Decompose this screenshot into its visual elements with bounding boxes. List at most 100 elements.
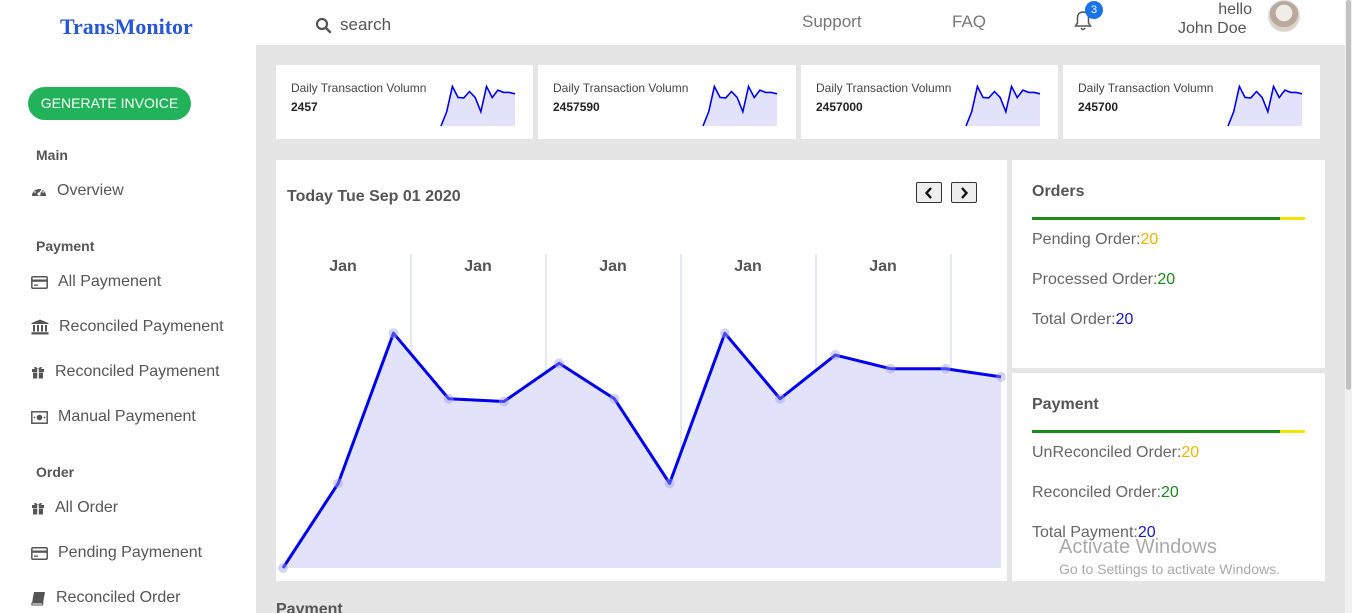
sidebar-item-label: All Order bbox=[55, 499, 119, 516]
chart-point bbox=[609, 393, 620, 404]
support-link[interactable]: Support bbox=[802, 12, 862, 32]
stat-value: 2457000 bbox=[816, 100, 863, 114]
next-button[interactable] bbox=[951, 182, 977, 203]
sidebar-item-all-order[interactable]: All Order bbox=[31, 499, 118, 517]
sidebar-section-order: Order bbox=[36, 464, 75, 480]
dashboard-icon bbox=[32, 186, 46, 196]
column-label: Jan bbox=[734, 258, 762, 275]
gift-icon bbox=[32, 366, 44, 379]
money-bill-icon bbox=[31, 410, 48, 424]
stat-card: Daily Transaction Volumn 245700 bbox=[1063, 65, 1320, 139]
sparkline bbox=[702, 84, 778, 127]
avatar[interactable] bbox=[1268, 0, 1300, 32]
windows-watermark-subtitle: Go to Settings to activate Windows. bbox=[1059, 561, 1280, 577]
search-icon bbox=[315, 17, 332, 33]
sidebar-item-overview[interactable]: Overview bbox=[31, 182, 124, 200]
sidebar-item-label: All Paymenent bbox=[58, 273, 162, 290]
row-label: Reconciled Order: bbox=[1032, 484, 1161, 501]
sidebar-section-payment: Payment bbox=[36, 238, 95, 254]
chart-point bbox=[775, 393, 786, 404]
processed-order-row: Processed Order:20 bbox=[1032, 271, 1175, 289]
generate-invoice-button[interactable]: GENERATE INVOICE bbox=[28, 87, 191, 120]
scrollbar-thumb[interactable] bbox=[1346, 0, 1351, 390]
stat-title: Daily Transaction Volumn bbox=[816, 81, 952, 95]
row-label: Total Order: bbox=[1032, 311, 1116, 328]
sidebar-item-pending-payment[interactable]: Pending Paymenent bbox=[31, 544, 202, 562]
top-bar: TransMonitor search Support FAQ 3 hello … bbox=[0, 0, 1345, 45]
chart-panel: Jan Jan Jan Jan Jan Today Tue Sep 01 2020 bbox=[276, 160, 1007, 581]
stat-title: Daily Transaction Volumn bbox=[291, 81, 427, 95]
row-value: 20 bbox=[1181, 444, 1200, 461]
sidebar-item-all-payment[interactable]: All Paymenent bbox=[31, 273, 161, 291]
row-label: Processed Order: bbox=[1032, 271, 1158, 288]
stat-title: Daily Transaction Volumn bbox=[553, 81, 689, 95]
sidebar: GENERATE INVOICE Main Overview Payment A… bbox=[0, 45, 256, 613]
stat-value: 2457 bbox=[291, 100, 318, 114]
chevron-right-icon bbox=[961, 186, 969, 199]
prev-button[interactable] bbox=[916, 182, 942, 203]
app-logo[interactable]: TransMonitor bbox=[60, 14, 193, 40]
row-value: 20 bbox=[1140, 231, 1159, 248]
sidebar-item-label: Manual Paymenent bbox=[58, 408, 196, 425]
chart-point bbox=[719, 328, 730, 339]
transaction-chart: Jan Jan Jan Jan Jan bbox=[278, 254, 1006, 573]
sparkline bbox=[965, 84, 1041, 127]
chart-point bbox=[388, 328, 399, 339]
pending-order-row: Pending Order:20 bbox=[1032, 231, 1158, 249]
chart-point bbox=[940, 363, 951, 374]
search-label: search bbox=[340, 15, 392, 34]
chart-point bbox=[278, 563, 288, 573]
row-value: 20 bbox=[1157, 271, 1176, 288]
row-label: UnReconciled Order: bbox=[1032, 444, 1182, 461]
column-label: Jan bbox=[329, 258, 357, 275]
sparkline bbox=[440, 84, 516, 127]
orders-progress-bar bbox=[1032, 217, 1305, 220]
stat-value: 2457590 bbox=[553, 100, 600, 114]
sidebar-item-label: Overview bbox=[57, 182, 124, 199]
stat-card: Daily Transaction Volumn 2457 bbox=[276, 65, 533, 139]
user-name[interactable]: John Doe bbox=[1178, 20, 1247, 38]
chart-point bbox=[498, 396, 509, 407]
payment-title: Payment bbox=[1032, 396, 1099, 413]
windows-watermark-title: Activate Windows bbox=[1059, 536, 1217, 558]
sidebar-item-manual-payment[interactable]: Manual Paymenent bbox=[31, 408, 196, 426]
stat-value: 245700 bbox=[1078, 100, 1119, 114]
column-label: Jan bbox=[464, 258, 492, 275]
stat-card: Daily Transaction Volumn 2457590 bbox=[538, 65, 796, 139]
orders-panel: Orders Pending Order:20 Processed Order:… bbox=[1012, 160, 1325, 368]
unreconciled-order-row: UnReconciled Order:20 bbox=[1032, 444, 1199, 462]
chart-point bbox=[443, 393, 454, 404]
book-icon bbox=[31, 591, 45, 605]
sidebar-section-main: Main bbox=[36, 147, 68, 163]
row-value: 20 bbox=[1160, 484, 1179, 501]
chart-point bbox=[333, 478, 344, 489]
total-order-row: Total Order:20 bbox=[1032, 311, 1133, 329]
user-greeting: hello bbox=[1218, 1, 1252, 18]
column-label: Jan bbox=[599, 258, 627, 275]
reconciled-order-row: Reconciled Order:20 bbox=[1032, 484, 1179, 502]
row-value: 20 bbox=[1115, 311, 1134, 328]
payment-progress-bar bbox=[1032, 430, 1305, 433]
chart-point bbox=[885, 363, 896, 374]
chevron-left-icon bbox=[924, 186, 932, 199]
sidebar-item-label: Reconciled Paymenent bbox=[55, 363, 220, 380]
chart-point bbox=[554, 358, 565, 369]
sidebar-item-reconciled-payment-2[interactable]: Reconciled Paymenent bbox=[31, 363, 220, 381]
bank-icon bbox=[31, 319, 49, 335]
column-label: Jan bbox=[869, 258, 897, 275]
sidebar-item-reconciled-payment[interactable]: Reconciled Paymenent bbox=[31, 318, 224, 336]
chart-point bbox=[996, 371, 1006, 382]
sidebar-item-reconciled-order[interactable]: Reconciled Order bbox=[31, 589, 181, 607]
sidebar-item-label: Reconciled Order bbox=[56, 589, 181, 606]
search-box[interactable]: search bbox=[315, 15, 391, 35]
chart-point bbox=[664, 478, 675, 489]
row-label: Pending Order: bbox=[1032, 231, 1141, 248]
stat-card: Daily Transaction Volumn 2457000 bbox=[801, 65, 1058, 139]
chart-date-title: Today Tue Sep 01 2020 bbox=[287, 188, 461, 205]
notification-badge: 3 bbox=[1085, 1, 1103, 19]
faq-link[interactable]: FAQ bbox=[952, 12, 986, 32]
gift-icon bbox=[32, 502, 44, 515]
orders-title: Orders bbox=[1032, 183, 1085, 200]
sidebar-item-label: Pending Paymenent bbox=[58, 544, 203, 561]
credit-card-icon bbox=[31, 546, 48, 560]
